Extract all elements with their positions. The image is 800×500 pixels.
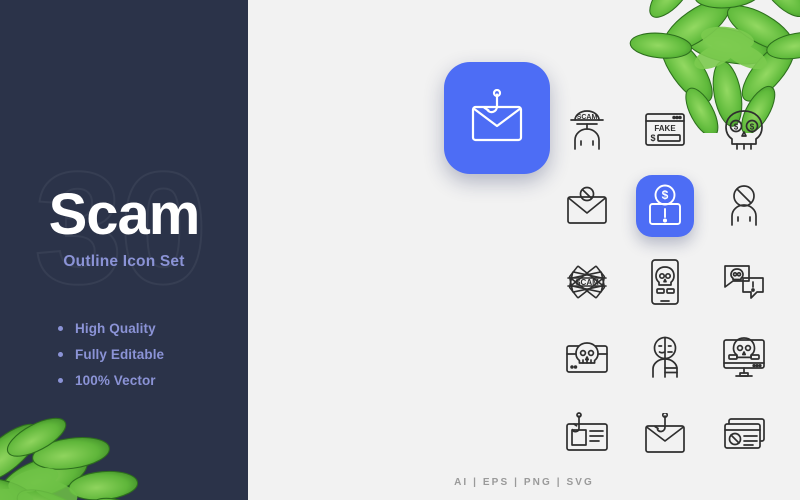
page-title: Scam: [48, 182, 201, 247]
icon-cell-blocked-email[interactable]: [548, 168, 626, 244]
bullet-icon: [58, 325, 63, 331]
icon-grid-panel: AI | EPS | PNG | SVG SCAM FAKE $ $ $ $ S…: [248, 0, 800, 500]
icon-cell-scam-person-cap[interactable]: SCAM: [548, 92, 626, 168]
phone-skull-icon: [651, 259, 680, 305]
left-info-panel: 30 Scam Outline Icon Set High Quality Fu…: [0, 0, 248, 500]
feature-list: High Quality Fully Editable 100% Vector: [58, 318, 164, 396]
icon-cell-money-alert[interactable]: $: [626, 168, 704, 244]
title-block: Scam Outline Icon Set: [0, 186, 248, 271]
scam-money-fan-icon: SCAM: [567, 265, 607, 299]
icon-cell-skull-chat[interactable]: [705, 244, 783, 320]
feature-label: High Quality: [75, 320, 156, 336]
svg-text:SCAM: SCAM: [575, 278, 599, 287]
icon-cell-phone-skull[interactable]: [626, 244, 704, 320]
icon-cell-blocked-website[interactable]: [783, 92, 800, 168]
icon-cell-money-skull[interactable]: $ $: [705, 92, 783, 168]
icon-cell-scam-money-fan[interactable]: SCAM: [548, 244, 626, 320]
blocked-cards-icon: [723, 418, 765, 449]
blocked-person-icon: [730, 185, 757, 226]
list-item: High Quality: [58, 318, 164, 338]
icon-cell-fake-website[interactable]: FAKE $: [626, 92, 704, 168]
blocked-email-icon: [567, 186, 608, 224]
money-alert-icon: $: [649, 184, 682, 225]
bullet-icon: [58, 377, 63, 383]
file-formats-label: AI | EPS | PNG | SVG: [454, 477, 594, 488]
svg-text:FAKE: FAKE: [655, 124, 677, 133]
icon-cell-monitor-skull[interactable]: [705, 320, 783, 396]
phishing-email-icon: [471, 89, 523, 142]
svg-text:$: $: [734, 123, 739, 132]
id-card-hook-icon: [566, 412, 609, 451]
svg-text:SCAM: SCAM: [577, 114, 598, 121]
icon-cell-email-hook[interactable]: [626, 396, 704, 472]
svg-text:$: $: [662, 188, 669, 202]
icon-cell-laptop-skull[interactable]: [783, 168, 800, 244]
list-item: 100% Vector: [58, 370, 164, 390]
icon-cell-browser-money-skull[interactable]: $: [783, 244, 800, 320]
feature-label: 100% Vector: [75, 372, 156, 388]
svg-text:$: $: [651, 133, 656, 143]
bullet-icon: [58, 351, 63, 357]
feature-label: Fully Editable: [75, 346, 165, 362]
icon-cell-scam-hand[interactable]: SCAM: [783, 396, 800, 472]
icon-cell-two-faced-person[interactable]: [626, 320, 704, 396]
scam-person-cap-icon: SCAM: [570, 110, 605, 150]
svg-text:$: $: [750, 123, 755, 132]
email-hook-icon: [645, 413, 686, 453]
icon-cell-card-skull[interactable]: [548, 320, 626, 396]
card-skull-icon: [566, 342, 609, 373]
page-subtitle: Outline Icon Set: [63, 253, 185, 270]
hero-app-icon[interactable]: [444, 62, 550, 174]
icon-set-preview: 30 Scam Outline Icon Set High Quality Fu…: [0, 0, 800, 500]
two-faced-person-icon: [652, 336, 679, 378]
icon-cell-blocked-cards[interactable]: [705, 396, 783, 472]
icon-grid: SCAM FAKE $ $ $ $ SCAM: [548, 92, 800, 472]
skull-chat-icon: [723, 265, 764, 299]
money-skull-icon: $ $: [724, 110, 763, 150]
icon-cell-id-card-hook[interactable]: [548, 396, 626, 472]
monitor-skull-icon: [722, 337, 765, 377]
list-item: Fully Editable: [58, 344, 164, 364]
fake-website-icon: FAKE $: [645, 113, 686, 146]
icon-cell-blocked-person[interactable]: [705, 168, 783, 244]
icon-cell-hooded-money-skull[interactable]: $ $: [783, 320, 800, 396]
